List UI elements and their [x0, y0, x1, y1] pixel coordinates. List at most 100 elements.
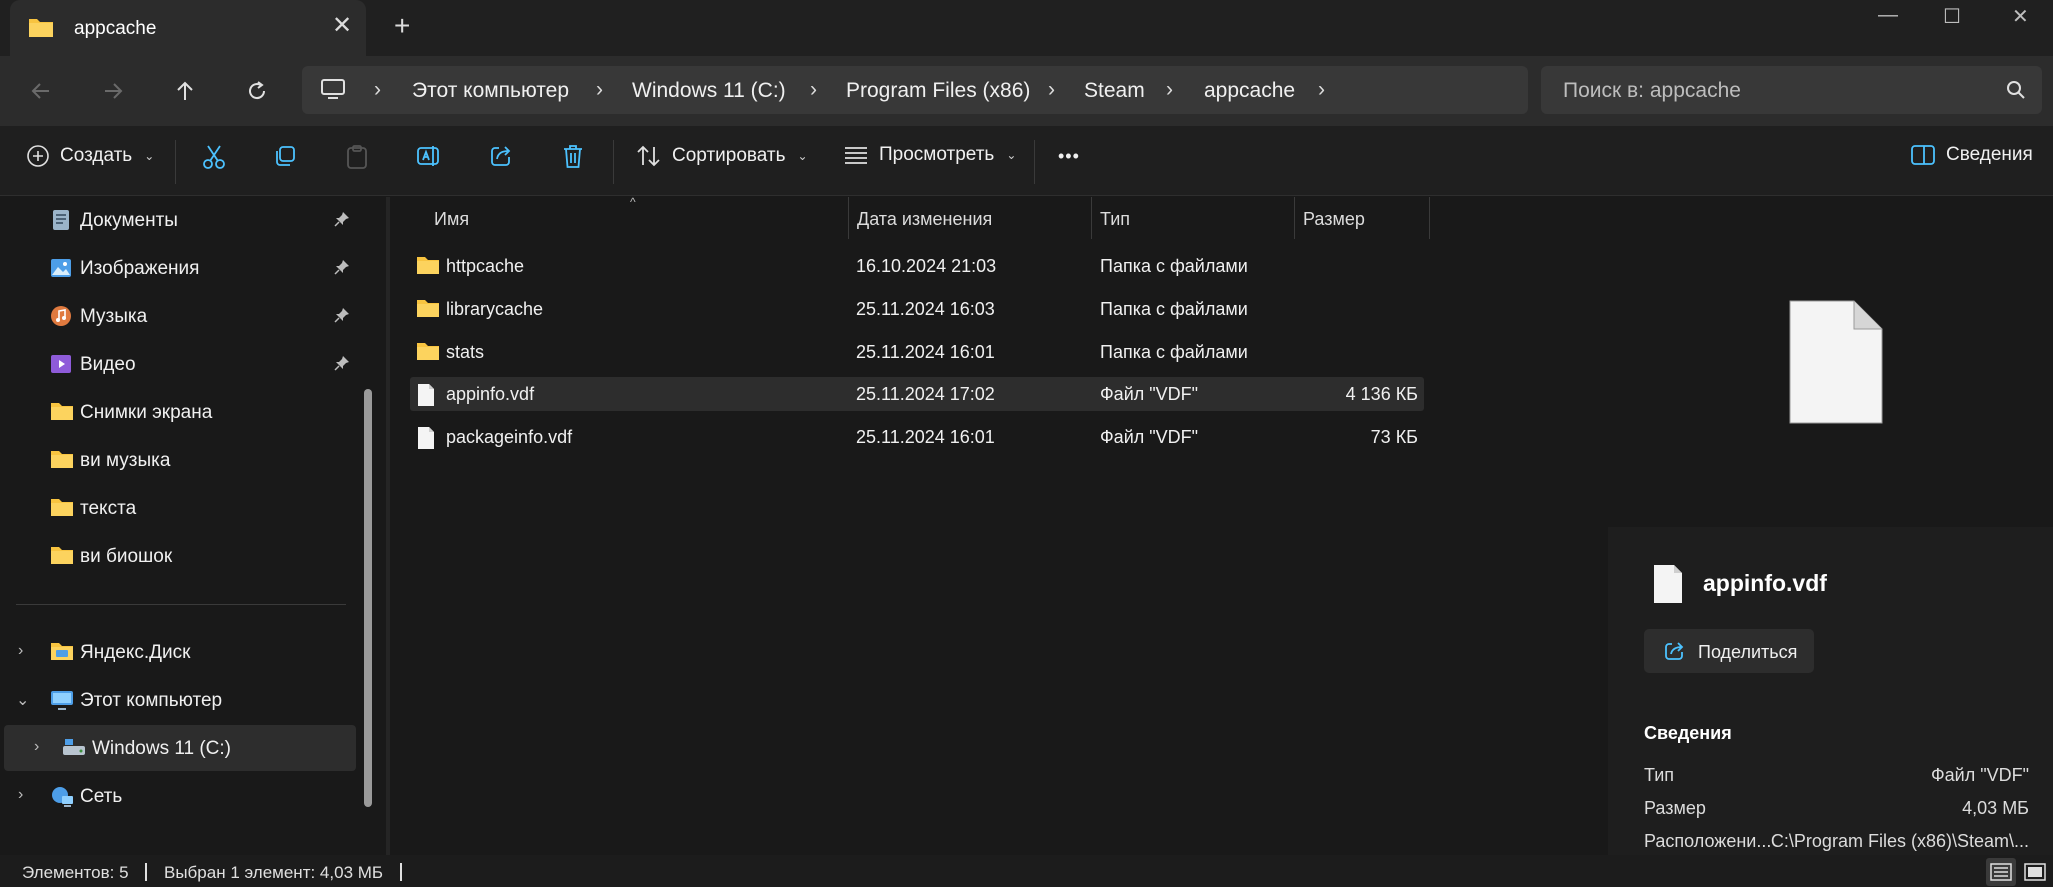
sidebar-item-pictures[interactable]: Изображения: [0, 245, 356, 291]
share-button[interactable]: [489, 144, 513, 168]
file-type: Папка с файлами: [1100, 256, 1248, 276]
sidebar-item-texts[interactable]: текста: [0, 485, 356, 531]
file-row-selected[interactable]: appinfo.vdf 25.11.2024 17:02 Файл "VDF" …: [410, 377, 1424, 411]
copy-button[interactable]: [273, 144, 297, 168]
maximize-button[interactable]: ☐: [1943, 4, 1961, 29]
folder-icon: [50, 545, 74, 571]
copy-icon: [276, 146, 295, 166]
close-tab-icon[interactable]: ✕: [332, 14, 352, 38]
breadcrumb-chevron[interactable]: ›: [1048, 78, 1055, 102]
view-button[interactable]: Просмотреть ⌄: [843, 144, 1016, 166]
column-header-size[interactable]: Размер: [1295, 197, 1429, 239]
sort-icon: [637, 145, 660, 167]
folder-icon: [50, 497, 74, 523]
details-heading: Сведения: [1644, 723, 1732, 743]
network-icon: [50, 785, 74, 813]
folder-icon: [416, 341, 440, 366]
divider: [175, 140, 176, 184]
sidebar-item-vi-bioshock[interactable]: ви биошок: [0, 533, 356, 579]
breadcrumb-drive-c[interactable]: Windows 11 (C:): [632, 79, 786, 103]
sort-label: Сортировать: [672, 145, 786, 166]
search-icon[interactable]: [2006, 80, 2026, 105]
file-date: 25.11.2024 16:01: [856, 427, 995, 447]
sidebar-item-vi-music[interactable]: ви музыка: [0, 437, 356, 483]
file-preview: [1608, 197, 2053, 527]
music-icon: [50, 305, 72, 333]
arrow-up-icon: [177, 81, 193, 100]
sidebar-item-video[interactable]: Видео: [0, 341, 356, 387]
chevron-right-icon[interactable]: ›: [18, 786, 23, 804]
details-view-button[interactable]: [1986, 858, 2016, 886]
file-type: Файл "VDF": [1100, 384, 1199, 404]
tab-appcache[interactable]: appcache ✕: [10, 0, 366, 56]
back-button[interactable]: [26, 76, 56, 106]
sidebar-item-documents[interactable]: Документы: [0, 197, 356, 243]
cut-button[interactable]: [202, 144, 226, 170]
sidebar-item-yandex-disk[interactable]: › Яндекс.Диск: [0, 629, 356, 675]
chevron-down-icon[interactable]: ⌄: [16, 690, 29, 710]
sidebar-scrollbar[interactable]: [364, 389, 372, 807]
breadcrumb-chevron[interactable]: ›: [810, 78, 817, 102]
share-icon: [491, 146, 511, 166]
share-button[interactable]: Поделиться: [1644, 629, 1814, 673]
delete-button[interactable]: [561, 144, 585, 170]
breadcrumb-chevron[interactable]: ›: [596, 78, 603, 102]
status-divider: [145, 863, 147, 881]
tiles-view-icon: [2024, 863, 2046, 881]
folder-icon: [416, 298, 440, 323]
sidebar-item-music[interactable]: Музыка: [0, 293, 356, 339]
breadcrumb-steam[interactable]: Steam: [1084, 79, 1145, 103]
item-count: Элементов: 5: [22, 863, 129, 882]
create-label: Создать: [60, 145, 133, 166]
sidebar-item-drive-c[interactable]: › Windows 11 (C:): [4, 725, 356, 771]
search-box[interactable]: Поиск в: appcache: [1541, 66, 2042, 114]
rename-button[interactable]: [416, 144, 442, 168]
file-row[interactable]: librarycache 25.11.2024 16:03 Папка с фа…: [410, 292, 1424, 326]
file-name: httpcache: [446, 256, 525, 276]
file-row[interactable]: stats 25.11.2024 16:01 Папка с файлами: [410, 335, 1424, 369]
folder-icon: [28, 16, 54, 43]
details-pane: appinfo.vdf Поделиться Сведения Тип Файл…: [1608, 197, 2053, 855]
chevron-right-icon[interactable]: ›: [18, 642, 23, 660]
forward-button[interactable]: [98, 76, 128, 106]
file-row[interactable]: packageinfo.vdf 25.11.2024 16:01 Файл "V…: [410, 420, 1424, 454]
sidebar-item-network[interactable]: › Сеть: [0, 773, 356, 819]
pictures-icon: [50, 257, 72, 285]
address-bar[interactable]: › Этот компьютер › Windows 11 (C:) › Pro…: [302, 66, 1528, 114]
divider: [613, 140, 614, 184]
details-pane-button[interactable]: Сведения: [1910, 144, 2033, 166]
pin-icon[interactable]: [334, 355, 350, 377]
column-header-type[interactable]: Тип: [1092, 197, 1294, 239]
breadcrumb-chevron[interactable]: ›: [1318, 78, 1325, 102]
file-name: packageinfo.vdf: [446, 427, 573, 447]
sort-button[interactable]: Сортировать ⌄: [636, 144, 808, 168]
file-row[interactable]: httpcache 16.10.2024 21:03 Папка с файла…: [410, 249, 1424, 283]
sidebar-item-this-pc[interactable]: ⌄ Этот компьютер: [0, 677, 356, 723]
close-window-button[interactable]: ✕: [2012, 4, 2029, 29]
minimize-button[interactable]: —: [1878, 4, 1898, 27]
paste-button[interactable]: [345, 144, 369, 170]
pin-icon[interactable]: [334, 307, 350, 329]
column-divider[interactable]: [1429, 197, 1430, 239]
column-header-name[interactable]: Имя ^: [390, 195, 848, 239]
file-date: 25.11.2024 17:02: [856, 384, 995, 404]
scissors-icon: [203, 145, 225, 169]
sidebar-item-screenshots[interactable]: Снимки экрана: [0, 389, 356, 435]
breadcrumb-chevron[interactable]: ›: [1166, 78, 1173, 102]
chevron-right-icon[interactable]: ›: [34, 738, 39, 756]
pin-icon[interactable]: [334, 211, 350, 233]
file-name: stats: [446, 342, 485, 362]
create-button[interactable]: Создать ⌄: [26, 144, 154, 168]
breadcrumb-this-pc[interactable]: Этот компьютер: [412, 79, 569, 103]
breadcrumb-appcache[interactable]: appcache: [1204, 79, 1295, 103]
file-name: librarycache: [446, 299, 544, 319]
tiles-view-button[interactable]: [2020, 858, 2050, 886]
new-tab-button[interactable]: +: [394, 12, 410, 40]
up-button[interactable]: [170, 76, 200, 106]
breadcrumb-chevron[interactable]: ›: [374, 78, 381, 102]
breadcrumb-program-files[interactable]: Program Files (x86): [846, 79, 1030, 103]
pin-icon[interactable]: [334, 259, 350, 281]
more-options-button[interactable]: •••: [1058, 146, 1080, 167]
refresh-button[interactable]: [242, 76, 272, 106]
column-header-date[interactable]: Дата изменения: [849, 197, 1091, 239]
